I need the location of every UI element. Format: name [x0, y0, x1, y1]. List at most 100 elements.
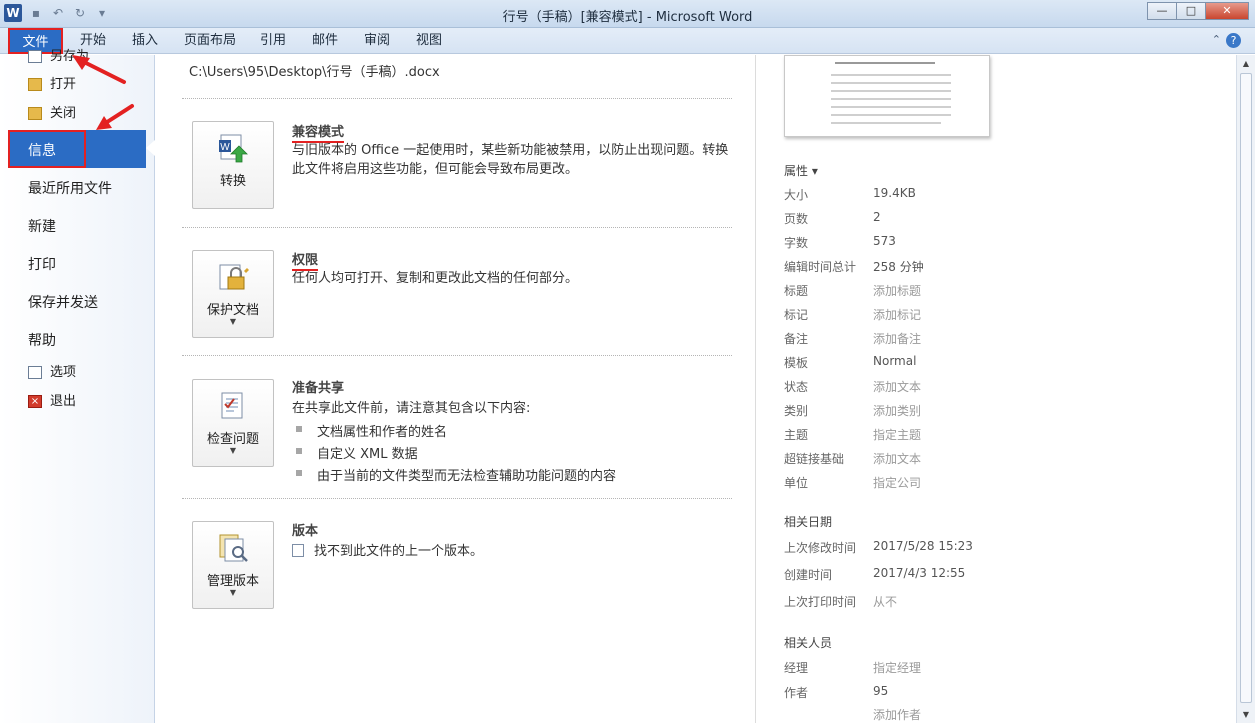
prop-key: 标题 — [784, 284, 809, 298]
prop-key: 模板 — [784, 356, 809, 370]
help-icon[interactable]: ? — [1226, 33, 1241, 48]
chevron-down-icon: ▼ — [229, 446, 237, 455]
open-folder-icon — [28, 78, 42, 91]
tab-page-layout[interactable]: 页面布局 — [176, 28, 244, 54]
divider — [182, 227, 732, 228]
window-title: 行号（手稿）[兼容模式] - Microsoft Word — [502, 10, 753, 25]
prop-status-input[interactable]: 添加文本 — [873, 378, 921, 395]
manage-versions-label: 管理版本 — [206, 574, 259, 589]
maximize-button[interactable]: □ — [1176, 2, 1206, 20]
tab-references[interactable]: 引用 — [252, 28, 294, 54]
nav-save-as-label: 另存为 — [50, 49, 90, 64]
options-icon — [28, 366, 42, 379]
scroll-thumb[interactable] — [1240, 73, 1252, 703]
prop-key: 单位 — [784, 476, 809, 490]
prop-title-input[interactable]: 添加标题 — [873, 282, 921, 299]
close-folder-icon — [28, 107, 42, 120]
nav-recent[interactable]: 最近所用文件 — [28, 178, 112, 198]
manage-versions-icon — [219, 534, 248, 562]
prop-company-input[interactable]: 指定公司 — [873, 474, 921, 491]
document-thumbnail[interactable] — [784, 55, 990, 137]
prop-key: 编辑时间总计 — [784, 260, 857, 274]
tab-mailings[interactable]: 邮件 — [304, 28, 346, 54]
prop-value: 573 — [873, 234, 896, 248]
exit-icon: × — [28, 395, 42, 408]
prop-hyperlink-base-input[interactable]: 添加文本 — [873, 450, 921, 467]
versions-row: 找不到此文件的上一个版本。 — [292, 542, 732, 561]
divider — [182, 98, 732, 99]
prop-tags-input[interactable]: 添加标记 — [873, 306, 921, 323]
vertical-scrollbar[interactable]: ▲ ▼ — [1236, 55, 1255, 723]
minimize-ribbon-icon[interactable]: ⌃ — [1212, 33, 1221, 46]
properties-header[interactable]: 属性 ▾ — [784, 162, 818, 179]
prop-value: 从不 — [873, 595, 898, 609]
prop-key: 创建时间 — [784, 568, 833, 582]
nav-new[interactable]: 新建 — [28, 216, 56, 236]
chevron-down-icon: ▼ — [229, 588, 237, 597]
prop-key: 经理 — [784, 661, 809, 675]
convert-icon: W — [219, 134, 248, 163]
versions-title: 版本 — [292, 524, 319, 539]
protect-document-icon — [219, 264, 249, 290]
people-header: 相关人员 — [784, 636, 833, 650]
nav-active-notch — [146, 140, 155, 156]
file-path: C:\Users\95\Desktop\行号（手稿）.docx — [189, 65, 440, 80]
protect-document-label: 保护文档 — [206, 303, 259, 318]
nav-print[interactable]: 打印 — [28, 254, 56, 274]
list-item-label: 文档属性和作者的姓名 — [317, 425, 448, 440]
nav-options-label: 选项 — [50, 365, 77, 380]
scroll-down-icon[interactable]: ▼ — [1237, 706, 1255, 723]
prop-key: 作者 — [784, 686, 809, 700]
prop-key: 状态 — [784, 380, 809, 394]
prop-key: 上次修改时间 — [784, 541, 857, 555]
prop-key: 备注 — [784, 332, 809, 346]
tab-insert[interactable]: 插入 — [124, 28, 166, 54]
nav-exit-label: 退出 — [50, 394, 77, 409]
prop-key: 标记 — [784, 308, 809, 322]
versions-body: 找不到此文件的上一个版本。 — [314, 544, 484, 559]
prop-value: 2017/4/3 12:55 — [873, 566, 966, 580]
add-author-input[interactable]: 添加作者 — [873, 706, 921, 723]
convert-button[interactable]: W 转换 — [192, 121, 274, 209]
prop-comments-input[interactable]: 添加备注 — [873, 330, 921, 347]
close-button[interactable]: ✕ — [1205, 2, 1249, 20]
save-as-icon — [28, 50, 42, 63]
prop-key: 上次打印时间 — [784, 595, 857, 609]
scroll-up-icon[interactable]: ▲ — [1237, 55, 1255, 72]
check-issues-label: 检查问题 — [206, 432, 259, 447]
tab-view[interactable]: 视图 — [408, 28, 450, 54]
window-controls: — □ ✕ — [1147, 2, 1249, 20]
compat-title: 兼容模式 — [292, 121, 345, 143]
permissions-body: 任何人均可打开、复制和更改此文档的任何部分。 — [292, 271, 579, 286]
prop-value: 2017/5/28 15:23 — [873, 539, 973, 553]
prop-key: 超链接基础 — [784, 452, 845, 466]
nav-info-highlight — [8, 130, 86, 168]
prop-key: 字数 — [784, 236, 809, 250]
check-issues-button[interactable]: 检查问题 ▼ — [192, 379, 274, 467]
prop-key: 页数 — [784, 212, 809, 226]
convert-button-label: 转换 — [219, 174, 246, 189]
prop-category-input[interactable]: 添加类别 — [873, 402, 921, 419]
nav-save-send[interactable]: 保存并发送 — [28, 292, 98, 312]
bullet-icon — [296, 448, 302, 454]
compat-body: 与旧版本的 Office 一起使用时，某些新功能被禁用，以防止出现问题。转换此文… — [292, 143, 729, 177]
prop-key: 主题 — [784, 428, 809, 442]
document-version-icon — [292, 544, 304, 557]
tab-review[interactable]: 审阅 — [356, 28, 398, 54]
backstage-nav: 另存为 打开 关闭 信息 最近所用文件 新建 打印 保存并发送 帮助 选项 × … — [0, 49, 155, 723]
prop-manager-input[interactable]: 指定经理 — [873, 659, 921, 676]
svg-text:W: W — [220, 142, 230, 153]
minimize-button[interactable]: — — [1147, 2, 1177, 20]
prop-subject-input[interactable]: 指定主题 — [873, 426, 921, 443]
nav-open-label: 打开 — [50, 77, 77, 92]
manage-versions-button[interactable]: 管理版本 ▼ — [192, 521, 274, 609]
nav-close-label: 关闭 — [50, 106, 77, 121]
nav-help[interactable]: 帮助 — [28, 330, 56, 350]
ribbon-tab-bar: 文件 开始 插入 页面布局 引用 邮件 审阅 视图 ⌃ ? — [0, 28, 1255, 54]
prop-value: 19.4KB — [873, 186, 916, 200]
divider — [182, 355, 732, 356]
protect-document-button[interactable]: 保护文档 ▼ — [192, 250, 274, 338]
share-title: 准备共享 — [292, 381, 345, 396]
chevron-down-icon: ▼ — [229, 317, 237, 326]
prop-key: 类别 — [784, 404, 809, 418]
